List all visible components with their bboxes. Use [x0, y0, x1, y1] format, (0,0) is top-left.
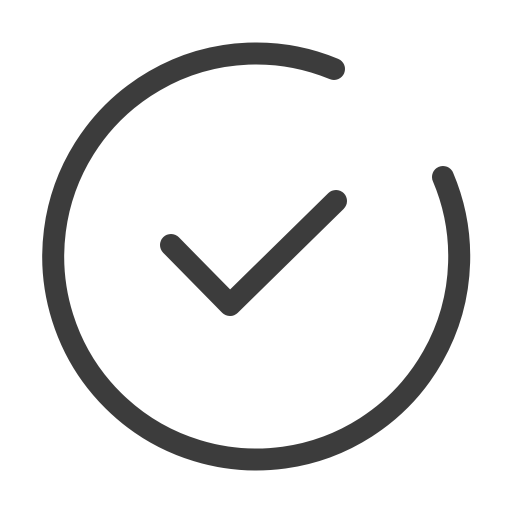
check-mark — [160, 190, 347, 316]
circle-arc — [42, 42, 471, 471]
icon-canvas — [0, 0, 512, 512]
circle-check-icon — [42, 42, 471, 471]
